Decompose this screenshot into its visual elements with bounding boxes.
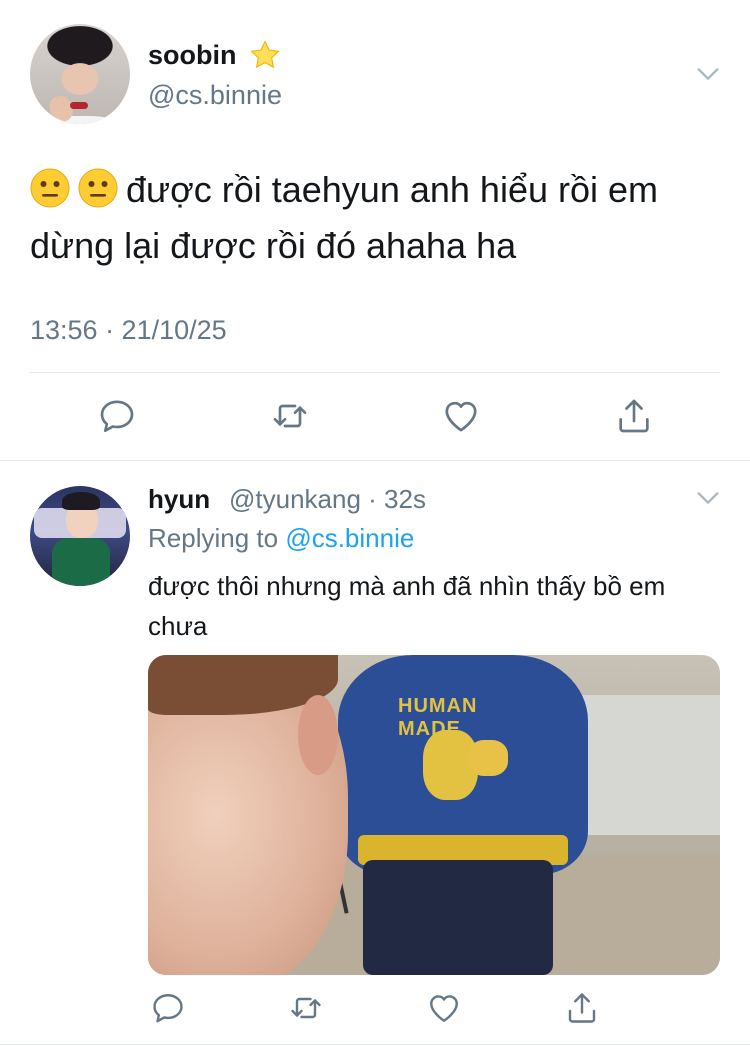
like-icon bbox=[430, 995, 458, 1022]
tweet-text: được rồi taehyun anh hiểu rồi em dừng lạ… bbox=[30, 162, 720, 274]
divider bbox=[0, 1044, 750, 1045]
replying-prefix: Replying to bbox=[148, 523, 286, 553]
retweet-button[interactable] bbox=[288, 990, 324, 1026]
neutral-face-emoji bbox=[78, 168, 118, 208]
reply-icon bbox=[153, 994, 183, 1023]
reply-button[interactable] bbox=[150, 990, 186, 1026]
retweet-button[interactable] bbox=[270, 396, 310, 436]
divider bbox=[0, 460, 750, 461]
like-icon bbox=[445, 401, 477, 432]
reply-icon bbox=[100, 400, 134, 432]
divider bbox=[30, 372, 720, 373]
author-handle-time[interactable]: @tyunkang · 32s bbox=[229, 484, 426, 515]
tweet-body: được rồi taehyun anh hiểu rồi em dừng lạ… bbox=[30, 169, 659, 266]
reply-button[interactable] bbox=[97, 396, 137, 436]
author-name[interactable]: soobin bbox=[148, 40, 237, 71]
tweet-timestamp[interactable]: 13:56 · 21/10/25 bbox=[30, 315, 227, 346]
retweet-icon bbox=[291, 997, 321, 1019]
share-icon bbox=[619, 399, 649, 433]
share-button[interactable] bbox=[564, 990, 600, 1026]
star-icon bbox=[250, 40, 280, 69]
share-icon bbox=[568, 993, 596, 1023]
chevron-down-icon[interactable] bbox=[694, 484, 722, 512]
media-logo-text: HUMAN MADE bbox=[398, 695, 478, 740]
replying-to-link[interactable]: @cs.binnie bbox=[285, 523, 414, 553]
share-button[interactable] bbox=[614, 396, 654, 436]
chevron-down-icon[interactable] bbox=[694, 60, 722, 88]
neutral-face-emoji bbox=[30, 168, 70, 208]
tweet-media-image[interactable]: HUMAN MADE bbox=[148, 655, 720, 975]
avatar-hyun[interactable] bbox=[30, 486, 130, 586]
tweet-body: được thôi nhưng mà anh đã nhìn thấy bồ e… bbox=[148, 571, 666, 641]
author-handle[interactable]: @cs.binnie bbox=[148, 80, 282, 111]
replying-to: Replying to @cs.binnie bbox=[148, 523, 414, 554]
like-button[interactable] bbox=[426, 990, 462, 1026]
author-name[interactable]: hyun bbox=[148, 484, 210, 515]
like-button[interactable] bbox=[441, 396, 481, 436]
retweet-icon bbox=[273, 404, 307, 428]
avatar-soobin[interactable] bbox=[30, 24, 130, 124]
